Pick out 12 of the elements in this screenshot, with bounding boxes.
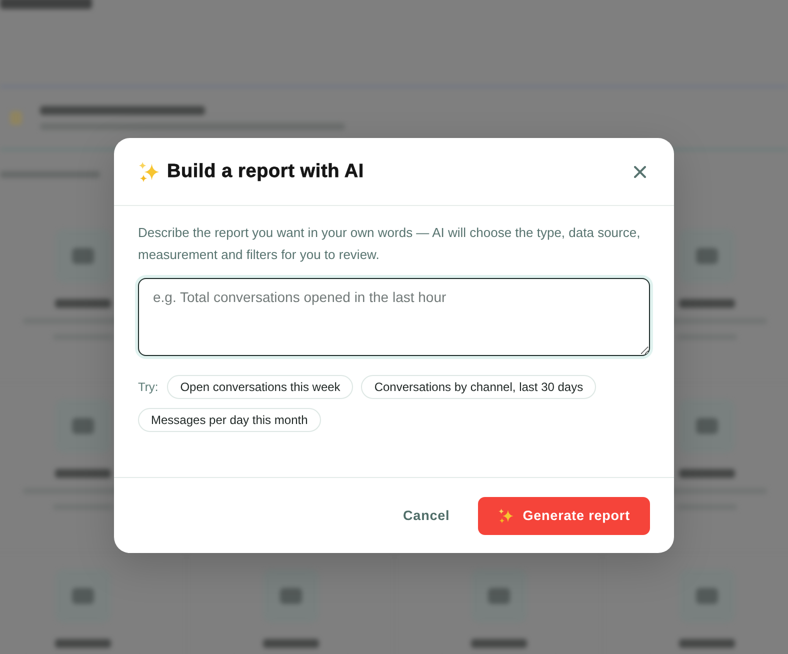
suggestion-chip[interactable]: Open conversations this week	[167, 375, 354, 399]
suggestion-chip[interactable]: Messages per day this month	[138, 408, 321, 432]
cancel-button[interactable]: Cancel	[391, 496, 462, 534]
sparkles-icon	[138, 160, 160, 182]
dialog-title: Build a report with AI	[167, 160, 364, 182]
sparkles-icon	[498, 508, 514, 524]
prompt-field[interactable]: e.g. Total conversations opened in the last hour	[138, 278, 650, 356]
dialog-description: Describe the report you want in your own words — AI will choose the type, data source, measurement and filters for you to review.	[138, 224, 642, 264]
suggestion-chip[interactable]: Conversations by channel, last 30 days	[361, 375, 596, 399]
try-label: Try:	[138, 380, 158, 394]
generate-report-button[interactable]: Generate report	[478, 496, 650, 534]
close-icon	[634, 166, 646, 178]
